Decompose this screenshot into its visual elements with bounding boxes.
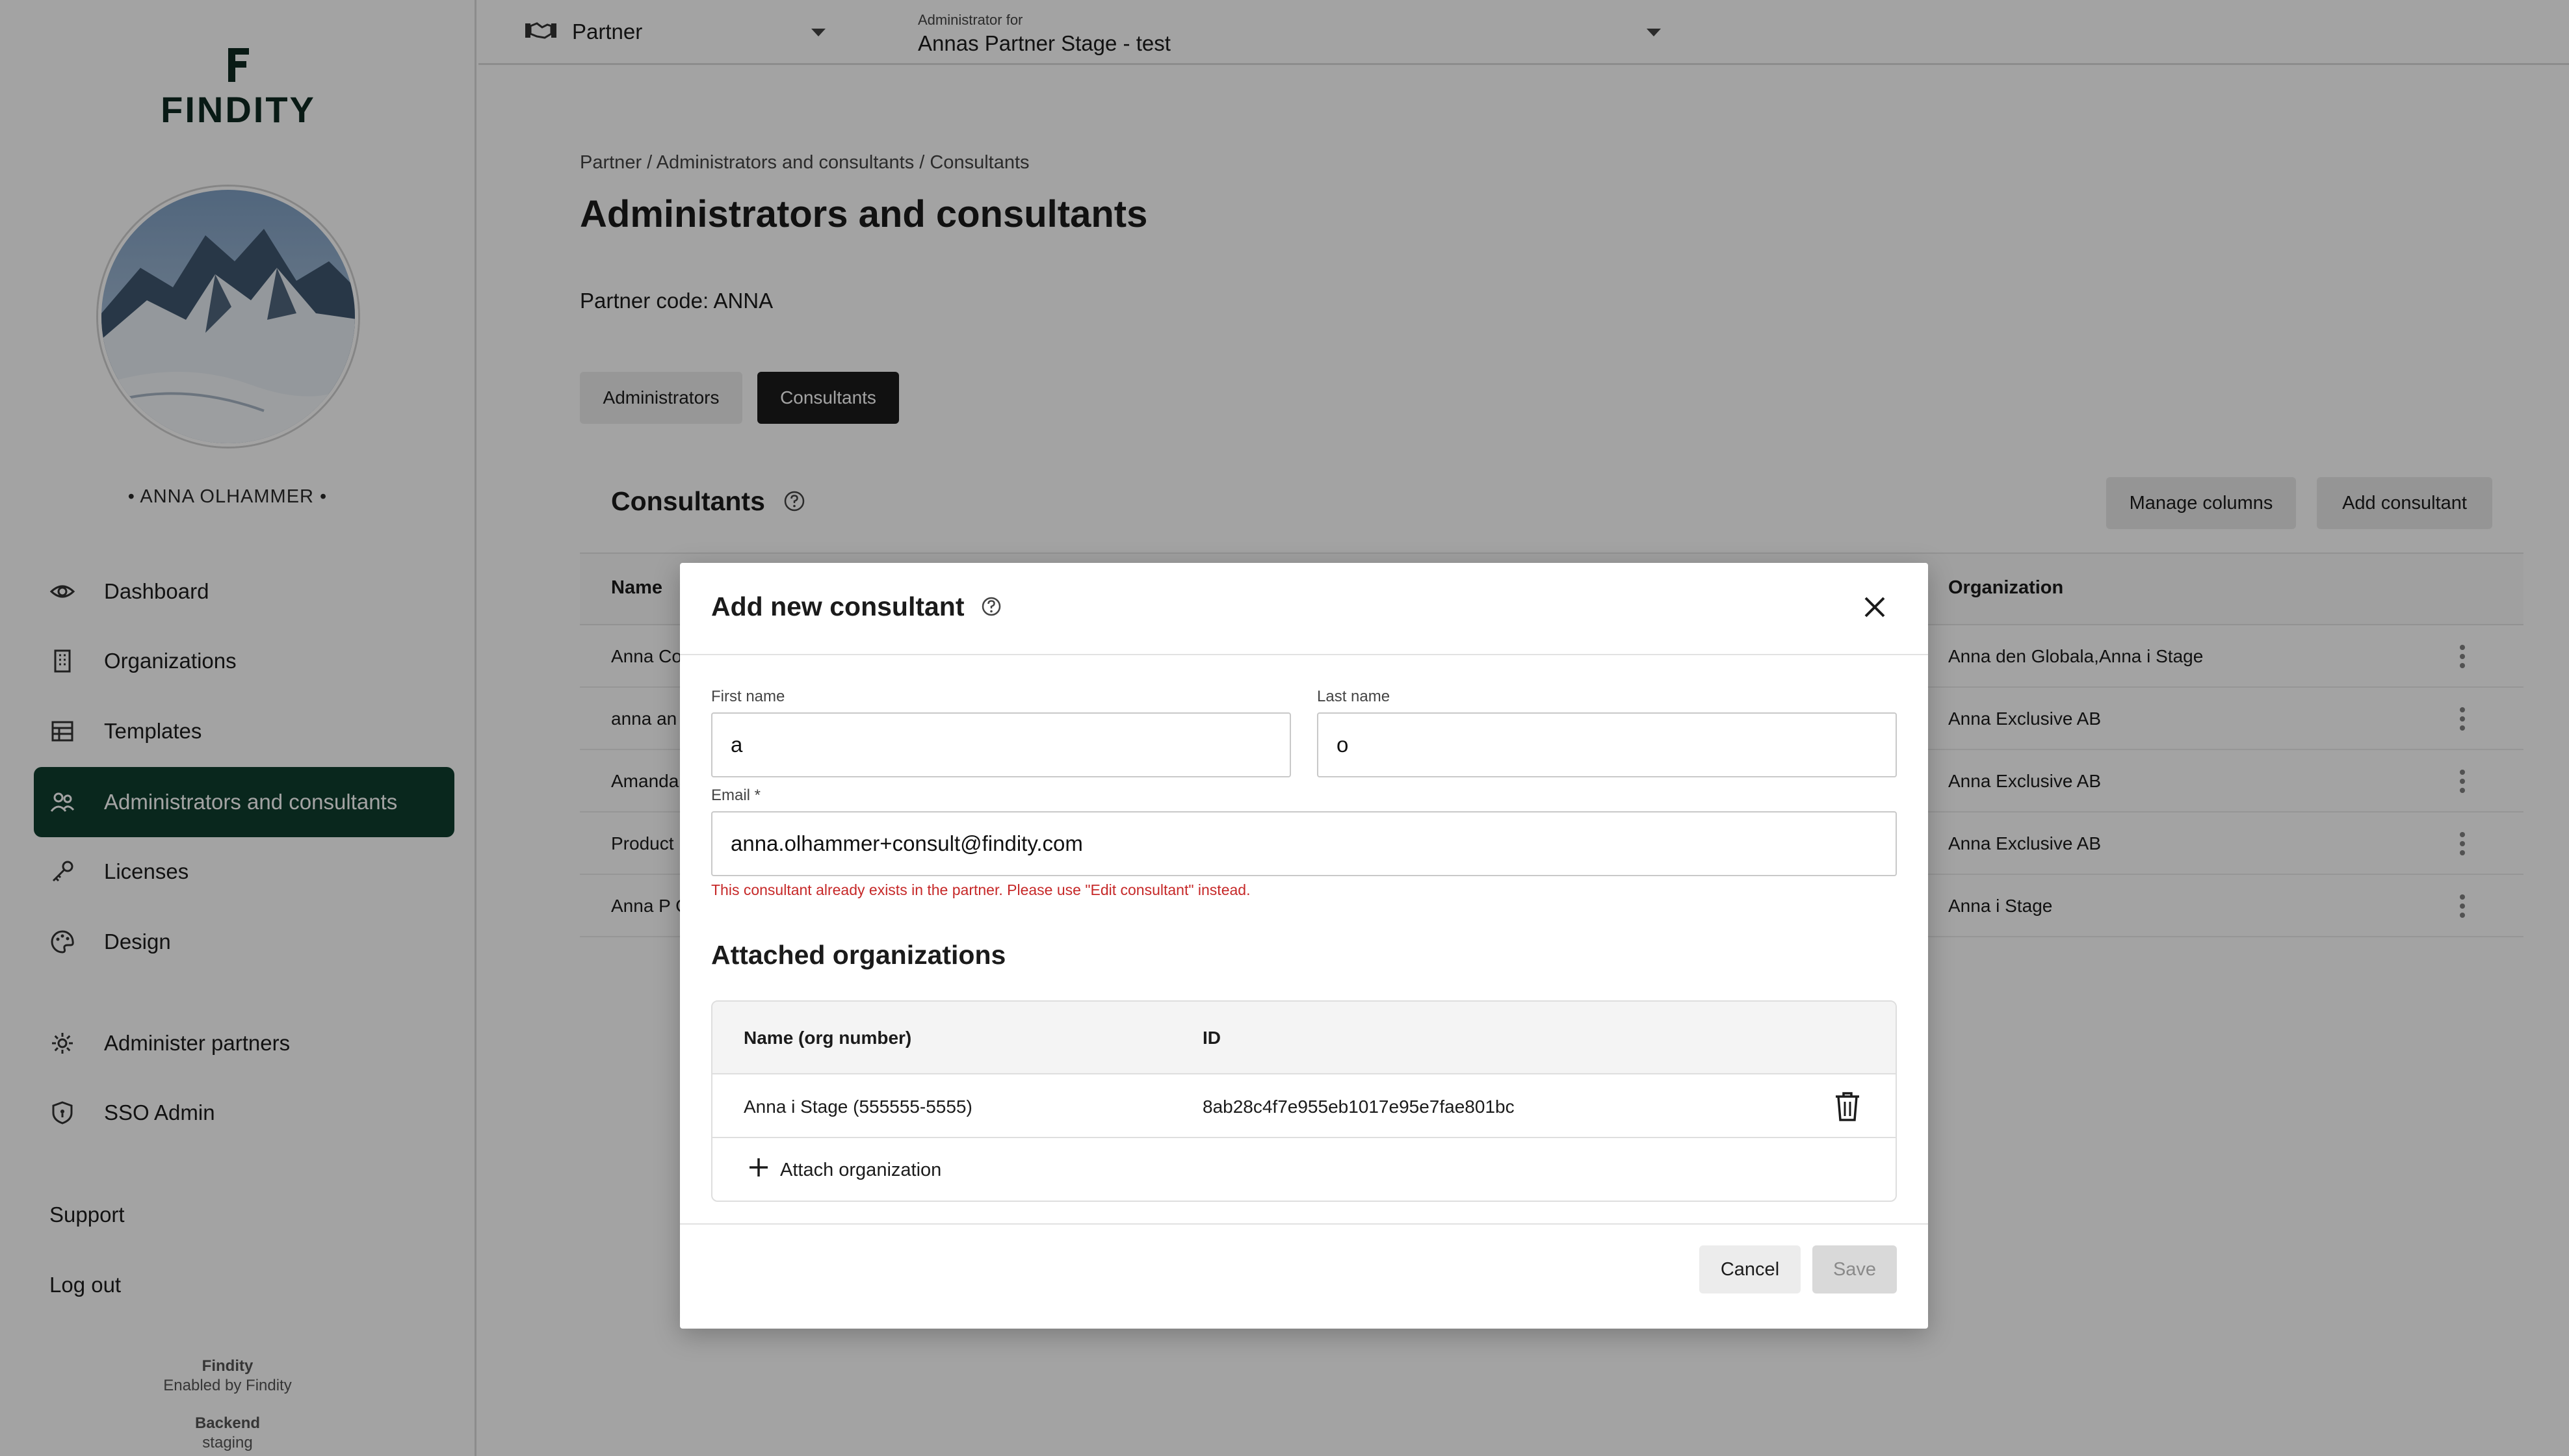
- more-options-icon[interactable]: [2456, 642, 2469, 674]
- help-icon[interactable]: [980, 595, 1002, 621]
- plus-icon: [748, 1156, 770, 1184]
- table-row: Anna i Stage (555555-5555) 8ab28c4f7e955…: [712, 1074, 1896, 1138]
- divider: [680, 654, 1928, 655]
- more-options-icon[interactable]: [2456, 767, 2469, 799]
- attach-organization-label: Attach organization: [780, 1159, 942, 1180]
- email-label: Email *: [711, 786, 761, 804]
- column-header-org-name: Name (org number): [744, 1028, 912, 1048]
- dialog-title: Add new consultant: [711, 592, 965, 621]
- more-options-icon[interactable]: [2456, 829, 2469, 861]
- trash-icon[interactable]: [1832, 1090, 1863, 1126]
- first-name-field[interactable]: [711, 712, 1291, 777]
- attached-organizations-table: Name (org number) ID Anna i Stage (55555…: [711, 1000, 1897, 1202]
- column-header-id: ID: [1203, 1028, 1221, 1048]
- cancel-button[interactable]: Cancel: [1699, 1245, 1801, 1294]
- cell-org-id: 8ab28c4f7e955eb1017e95e7fae801bc: [1203, 1097, 1515, 1117]
- last-name-label: Last name: [1317, 688, 1390, 705]
- attach-organization-button[interactable]: Attach organization: [748, 1156, 941, 1184]
- divider: [680, 1223, 1928, 1225]
- first-name-label: First name: [711, 688, 785, 705]
- more-options-icon[interactable]: [2456, 892, 2469, 924]
- last-name-field[interactable]: [1317, 712, 1897, 777]
- email-error-message: This consultant already exists in the pa…: [711, 881, 1251, 898]
- save-button[interactable]: Save: [1812, 1245, 1897, 1294]
- email-field[interactable]: [711, 811, 1897, 876]
- add-consultant-dialog: Add new consultant First name Last name …: [680, 563, 1928, 1329]
- cell-org-name: Anna i Stage (555555-5555): [744, 1097, 972, 1117]
- attached-organizations-title: Attached organizations: [711, 940, 1006, 970]
- table-header: Name (org number) ID: [712, 1002, 1896, 1074]
- more-options-icon[interactable]: [2456, 705, 2469, 736]
- close-icon[interactable]: [1862, 594, 1888, 620]
